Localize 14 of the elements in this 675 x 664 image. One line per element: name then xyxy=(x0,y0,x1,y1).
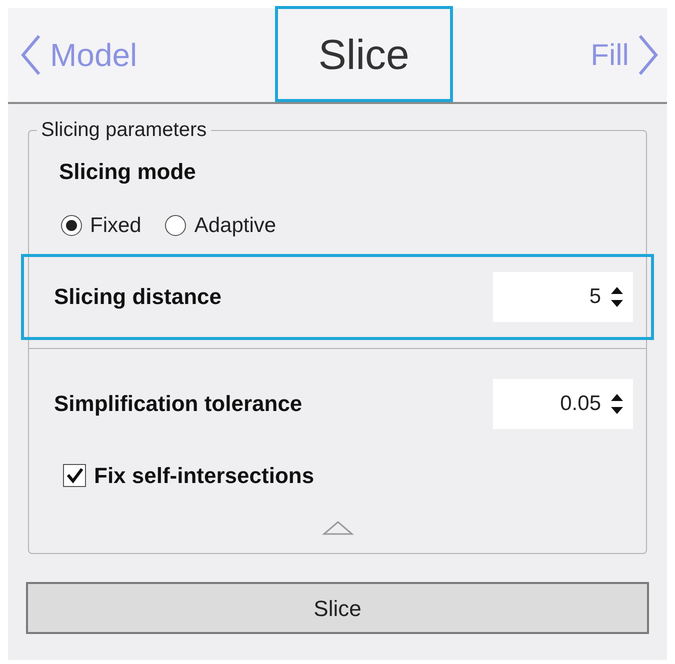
slice-button[interactable]: Slice xyxy=(26,582,649,634)
field-label: Simplification tolerance xyxy=(54,390,302,418)
chevron-right-icon xyxy=(636,33,659,77)
field-label: Slicing distance xyxy=(54,283,222,311)
radio-option[interactable]: Fixed xyxy=(61,210,142,242)
number-input[interactable]: 0.05 xyxy=(493,378,633,428)
spinner-arrows-icon[interactable] xyxy=(609,392,625,416)
checkbox-option[interactable]: Fix self-intersections xyxy=(63,458,314,492)
radio-option[interactable]: Adaptive xyxy=(165,210,276,242)
page-title: Slice xyxy=(274,6,453,102)
mode-heading: Slicing mode xyxy=(59,158,196,186)
chevron-left-icon xyxy=(20,33,42,77)
spinner-arrows-icon[interactable] xyxy=(609,284,625,308)
number-input[interactable]: 5 xyxy=(493,272,633,322)
